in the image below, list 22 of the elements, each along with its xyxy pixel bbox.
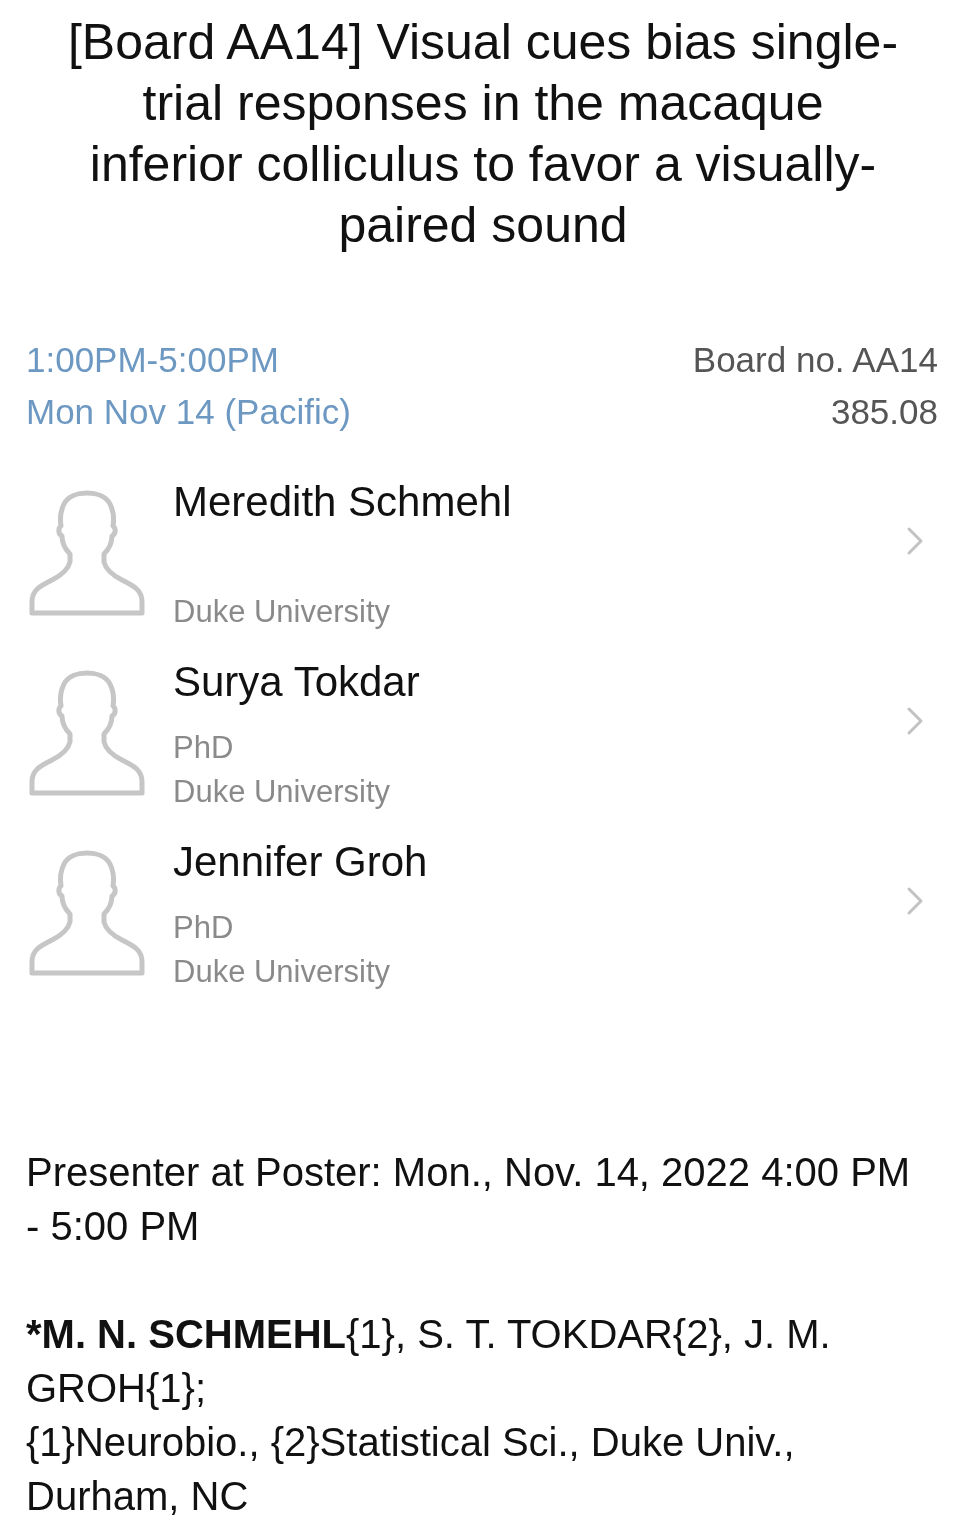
person-affiliation: Duke University [173,953,391,991]
presentation-time: Presenter at Poster: Mon., Nov. 14, 2022 4:00 PM - 5:00 PM [26,1149,912,1250]
person-affiliation: Duke University [173,593,391,631]
chevron-right-icon[interactable] [906,886,924,916]
person-name[interactable]: Surya Tokdar [173,658,420,706]
abstract-number: 385.08 [830,391,938,433]
person-name[interactable]: Meredith Schmehl [173,478,512,526]
affiliation-list: {1}Neurobio., {2}Statistical Sci., Duke Univ., Durham, NC [26,1415,922,1523]
board-number: Board no. AA14 [692,339,938,381]
avatar-icon [28,490,146,616]
person-degree: PhD [173,729,234,767]
person-affiliation: Duke University [173,773,391,811]
session-date: Mon Nov 14 (Pacific) [26,391,351,433]
avatar-icon [28,670,146,796]
chevron-right-icon[interactable] [906,526,924,556]
avatar-icon [28,850,146,976]
chevron-right-icon[interactable] [906,706,924,736]
poster-title: [Board AA14] Visual cues bias single-trial responses in the macaque inferior colliculus to favor a visually-paired sound [66,13,900,255]
author-list: *M. N. SCHMEHL{1}, S. T. TOKDAR{2}, J. M. GROH{1}; [26,1307,922,1415]
session-time: 1:00PM-5:00PM [26,339,279,381]
person-name[interactable]: Jennifer Groh [173,838,428,886]
person-degree: PhD [173,909,234,947]
